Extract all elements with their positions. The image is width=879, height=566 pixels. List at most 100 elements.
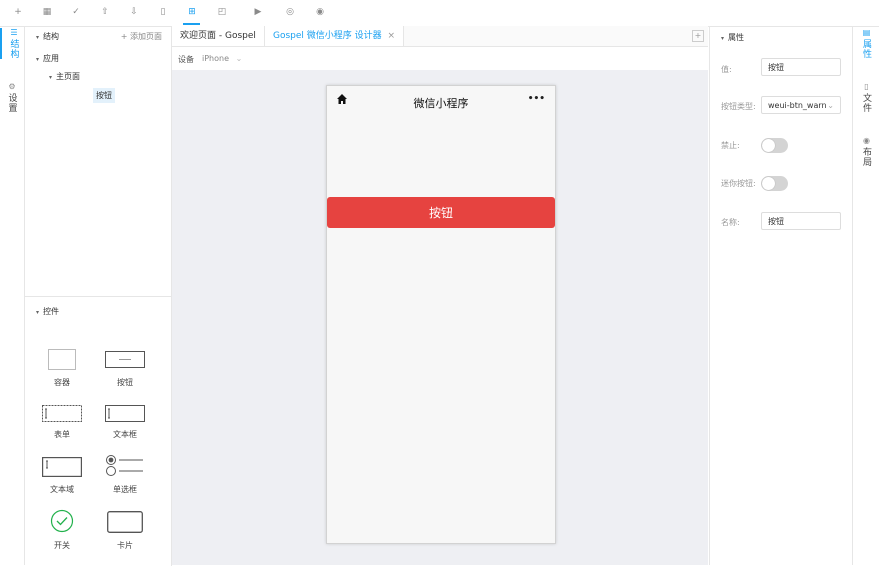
- container-icon: [48, 349, 76, 370]
- mini-button-label: 迷你按钮:: [721, 179, 756, 188]
- device-label: 设备: [178, 55, 194, 64]
- disabled-toggle[interactable]: [761, 138, 788, 153]
- rail-tab-structure-label: 结构: [8, 39, 19, 59]
- list-icon: ☰: [10, 28, 18, 37]
- button-type-select[interactable]: weui-btn_warn ⌄: [761, 96, 841, 114]
- grid-icon[interactable]: ▦: [38, 4, 56, 20]
- code-icon[interactable]: ◎: [281, 4, 299, 20]
- layout-icon[interactable]: ◰: [213, 4, 231, 20]
- control-label: 文本域: [50, 485, 74, 494]
- control-form[interactable]: 表单: [34, 405, 90, 440]
- rail-tab-files-label: 文件: [861, 93, 871, 113]
- play-icon[interactable]: ▶: [249, 4, 267, 20]
- structure-panel: ▾ 结构 + 添加页面 ▾ 应用 ▾ 主页面 按钮: [25, 26, 172, 296]
- toggle-knob: [762, 139, 775, 152]
- chevron-down-icon: ⌄: [235, 54, 243, 63]
- upload-icon[interactable]: ⇧: [96, 4, 114, 20]
- rail-tab-settings-label: 设置: [6, 93, 17, 113]
- component-icon[interactable]: ⊞: [183, 4, 201, 20]
- rail-tab-files[interactable]: ▯ 文件: [853, 82, 879, 113]
- disabled-label: 禁止:: [721, 141, 740, 150]
- control-label: 按钮: [117, 378, 133, 387]
- structure-header[interactable]: ▾ 结构: [36, 31, 59, 42]
- tree-item-main-page-label: 主页面: [56, 72, 81, 81]
- name-label: 名称:: [721, 218, 740, 227]
- file-icon: ▯: [864, 82, 869, 91]
- phone-preview: 微信小程序 ••• 按钮: [326, 85, 556, 544]
- left-rail: ☰ 结构 ⚙ 设置: [0, 26, 25, 565]
- tab-designer[interactable]: Gospel 微信小程序 设计器 ×: [265, 26, 405, 46]
- textarea-icon: [42, 457, 82, 477]
- structure-title: 结构: [43, 32, 60, 41]
- check-icon[interactable]: ✓: [67, 4, 85, 20]
- control-label: 文本框: [113, 430, 137, 439]
- eye-icon: ◉: [863, 136, 870, 145]
- rail-tab-layout-label: 布局: [861, 147, 871, 167]
- control-radio[interactable]: 单选框: [97, 454, 153, 495]
- caret-down-icon: ▾: [721, 35, 725, 42]
- toggle-knob: [762, 177, 775, 190]
- control-switch[interactable]: 开关: [34, 509, 90, 551]
- tree-item-app[interactable]: ▾ 应用: [36, 53, 59, 64]
- radio-icon: [106, 455, 143, 476]
- more-icon[interactable]: •••: [528, 94, 545, 104]
- tree-item-button[interactable]: 按钮: [93, 88, 115, 103]
- phone-title: 微信小程序: [413, 97, 469, 110]
- controls-title: 控件: [43, 307, 60, 316]
- attributes-icon: ▤: [862, 28, 871, 37]
- card-icon: [107, 511, 143, 533]
- device-select-value: iPhone: [202, 54, 230, 63]
- control-container[interactable]: 容器: [34, 349, 90, 388]
- caret-down-icon: ▾: [49, 74, 53, 81]
- rail-tab-attributes-label: 属性: [861, 39, 871, 59]
- control-textarea[interactable]: 文本域: [34, 457, 90, 495]
- control-label: 卡片: [117, 541, 133, 550]
- tab-designer-label: Gospel 微信小程序 设计器: [273, 31, 382, 41]
- rail-tab-attributes[interactable]: ▤ 属性: [853, 28, 879, 59]
- active-tool-underline: [183, 23, 200, 25]
- control-label: 单选框: [113, 485, 137, 494]
- preview-warn-button[interactable]: 按钮: [327, 197, 555, 228]
- tree-item-main-page[interactable]: ▾ 主页面: [49, 71, 80, 82]
- properties-panel: ▾ 属性 值: 按钮 按钮类型: weui-btn_warn ⌄ 禁止: 迷你按钮…: [709, 26, 852, 565]
- controls-panel: ▾ 控件 容器 按钮 表单 文本框 文本域 单选框 开关 卡片: [25, 296, 172, 566]
- control-label: 表单: [54, 430, 70, 439]
- close-icon[interactable]: ×: [388, 31, 396, 41]
- tab-welcome-label: 欢迎页面 - Gospel: [180, 31, 256, 41]
- controls-header[interactable]: ▾ 控件: [36, 306, 59, 317]
- control-card[interactable]: 卡片: [97, 511, 153, 551]
- textbox-icon: [105, 405, 145, 422]
- file-icon[interactable]: ▯: [154, 4, 172, 20]
- button-widget-icon: [105, 351, 145, 368]
- download-icon[interactable]: ⇩: [125, 4, 143, 20]
- eye-icon[interactable]: ◉: [311, 4, 329, 20]
- plus-icon[interactable]: +: [9, 4, 27, 20]
- control-button[interactable]: 按钮: [97, 349, 153, 388]
- rail-tab-structure[interactable]: ☰ 结构: [0, 28, 26, 59]
- add-page-button[interactable]: + 添加页面: [121, 31, 162, 42]
- chevron-down-icon: ⌄: [827, 101, 834, 110]
- editor-tabs: 欢迎页面 - Gospel Gospel 微信小程序 设计器 × +: [172, 26, 708, 47]
- rail-tab-layout[interactable]: ◉ 布局: [853, 136, 879, 167]
- value-input[interactable]: 按钮: [761, 58, 841, 76]
- right-rail: ▤ 属性 ▯ 文件 ◉ 布局: [852, 26, 879, 565]
- properties-title: 属性: [728, 33, 745, 42]
- properties-header[interactable]: ▾ 属性: [721, 32, 744, 43]
- button-type-value: weui-btn_warn: [768, 101, 827, 110]
- button-type-label: 按钮类型:: [721, 102, 756, 111]
- top-toolbar: + ▦ ✓ ⇧ ⇩ ▯ ⊞ ◰ ▶ ◎ ◉: [0, 0, 879, 27]
- rail-tab-settings[interactable]: ⚙ 设置: [0, 82, 24, 113]
- tree-item-app-label: 应用: [43, 54, 60, 63]
- gear-icon: ⚙: [8, 82, 16, 91]
- name-input[interactable]: 按钮: [761, 212, 841, 230]
- value-label: 值:: [721, 65, 732, 74]
- control-label: 开关: [54, 541, 70, 550]
- control-textbox[interactable]: 文本框: [97, 405, 153, 440]
- check-circle-icon: [50, 509, 74, 533]
- caret-down-icon: ▾: [36, 34, 40, 41]
- mini-button-toggle[interactable]: [761, 176, 788, 191]
- caret-down-icon: ▾: [36, 56, 40, 63]
- add-tab-button[interactable]: +: [692, 30, 704, 42]
- tab-welcome[interactable]: 欢迎页面 - Gospel: [172, 26, 265, 46]
- device-select[interactable]: iPhone ⌄: [202, 54, 242, 63]
